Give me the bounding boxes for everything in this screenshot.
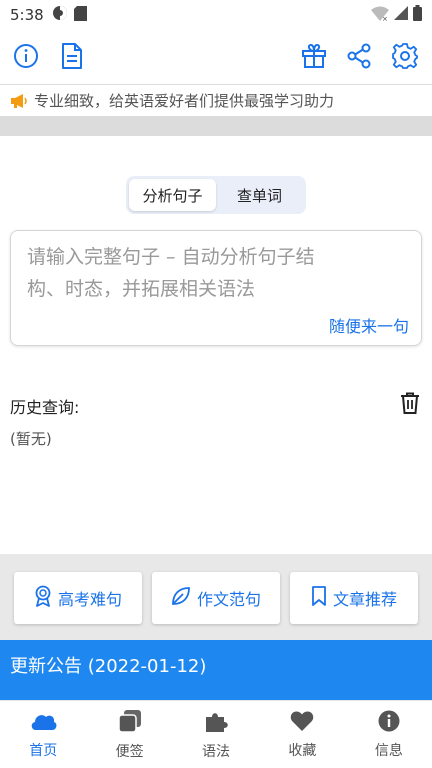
signal-icon [394,6,408,24]
megaphone-icon [10,93,28,109]
status-bar: 5:38 × [0,0,432,30]
tab-home[interactable]: 首页 [0,701,86,768]
tab-info[interactable]: 信息 [346,701,432,768]
notes-icon [117,709,142,737]
notice-text: 专业细致，给英语爱好者们提供最强学习助力 [34,92,335,110]
wifi-icon: × [371,6,389,25]
top-toolbar [0,30,432,82]
input-placeholder-line1: 请输入完整句子 – 自动分析句子结 [27,246,315,268]
bookmark-icon [311,586,327,610]
tab-analyze-sentence[interactable]: 分析句子 [129,179,216,211]
tab-home-label: 首页 [29,742,58,759]
essay-sentences-label: 作文范句 [196,590,261,609]
mode-segmented-control: 分析句子 查单词 [126,176,306,214]
notice-banner: 专业细致，给英语爱好者们提供最强学习助力 [0,84,432,116]
svg-text:×: × [382,15,388,21]
input-placeholder-line2: 构、时态，并拓展相关语法 [27,278,256,300]
shortcuts-bar: 高考难句 作文范句 文章推荐 [0,554,432,640]
info-circle-icon [378,710,400,736]
sd-card-icon [73,5,87,25]
main-card: 分析句子 查单词 请输入完整句子 – 自动分析句子结 构、时态，并拓展相关语法 … [0,136,432,554]
tab-notes[interactable]: 便签 [86,701,172,768]
tab-favorites-label: 收藏 [288,742,317,759]
status-app-icon [52,5,68,25]
history-title: 历史查询: [10,398,80,417]
tab-info-label: 信息 [374,742,403,759]
tab-notes-label: 便签 [115,743,144,760]
history-empty-text: (暂无) [10,430,52,448]
share-icon[interactable] [343,40,375,72]
settings-gear-icon[interactable] [389,40,421,72]
heart-icon [290,710,314,736]
article-recommend-label: 文章推荐 [332,590,397,609]
tab-lookup-word[interactable]: 查单词 [216,179,303,211]
award-icon [34,585,52,611]
gaokao-sentences-button[interactable]: 高考难句 [14,572,142,624]
bottom-tab-bar: 首页 便签 语法 收藏 信息 [0,700,432,768]
trash-icon[interactable] [400,392,422,416]
divider-band [0,116,432,136]
sentence-input[interactable]: 请输入完整句子 – 自动分析句子结 构、时态，并拓展相关语法 随便来一句 [10,230,422,346]
tab-grammar-label: 语法 [202,743,231,760]
announcement-title: 更新公告 (2022-01-12) [10,656,207,677]
cloud-icon [29,710,57,736]
tab-favorites[interactable]: 收藏 [259,701,345,768]
status-time: 5:38 [10,6,44,24]
battery-icon [413,5,422,25]
essay-sentences-button[interactable]: 作文范句 [152,572,280,624]
document-icon[interactable] [56,40,88,72]
puzzle-icon [204,709,228,737]
update-announcement[interactable]: 更新公告 (2022-01-12) [0,640,432,700]
random-sentence-link[interactable]: 随便来一句 [329,313,409,337]
gaokao-sentences-label: 高考难句 [57,590,122,609]
leaf-icon [171,586,191,610]
tab-grammar[interactable]: 语法 [173,701,259,768]
gift-icon[interactable] [298,40,330,72]
info-icon[interactable] [10,40,42,72]
article-recommend-button[interactable]: 文章推荐 [290,572,418,624]
